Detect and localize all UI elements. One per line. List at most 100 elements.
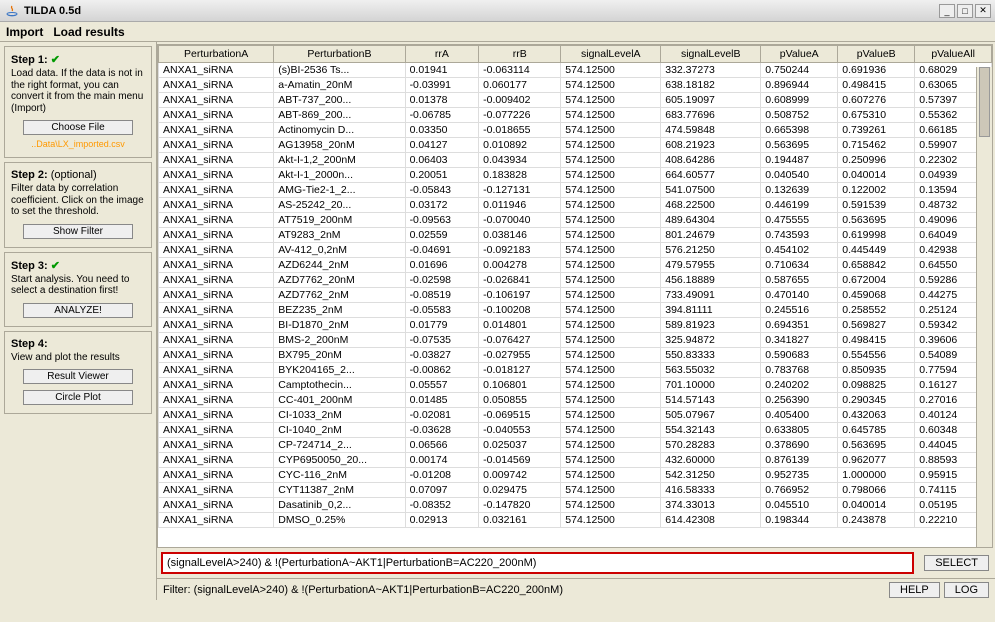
analyze-button[interactable]: ANALYZE! (23, 303, 133, 318)
table-row[interactable]: ANXA1_siRNACYC-116_2nM-0.012080.00974257… (159, 468, 992, 483)
table-cell: 574.12500 (561, 393, 661, 408)
table-cell: 0.20051 (405, 168, 479, 183)
table-cell: CYC-116_2nM (274, 468, 405, 483)
table-cell: 574.12500 (561, 198, 661, 213)
table-row[interactable]: ANXA1_siRNAABT-869_200...-0.06785-0.0772… (159, 108, 992, 123)
table-row[interactable]: ANXA1_siRNAa-Amatin_20nM-0.039910.060177… (159, 78, 992, 93)
table-row[interactable]: ANXA1_siRNADMSO_0.25%0.029130.032161574.… (159, 513, 992, 528)
choose-file-button[interactable]: Choose File (23, 120, 133, 135)
step1-box: Step 1: ✔ Load data. If the data is not … (4, 46, 152, 158)
table-cell: 0.508752 (761, 108, 838, 123)
show-filter-button[interactable]: Show Filter (23, 224, 133, 239)
column-header[interactable]: signalLevelB (661, 46, 761, 63)
scrollbar-vertical[interactable] (976, 67, 992, 547)
table-cell: 733.49091 (661, 288, 761, 303)
filter-row: SELECT (157, 548, 995, 578)
table-cell: 0.607276 (838, 93, 915, 108)
table-row[interactable]: ANXA1_siRNABX795_20nM-0.03827-0.02795557… (159, 348, 992, 363)
table-row[interactable]: ANXA1_siRNAActinomycin D...0.03350-0.018… (159, 123, 992, 138)
table-cell: ANXA1_siRNA (159, 483, 274, 498)
table-row[interactable]: ANXA1_siRNACI-1033_2nM-0.02081-0.0695155… (159, 408, 992, 423)
table-row[interactable]: ANXA1_siRNAAMG-Tie2-1_2...-0.05843-0.127… (159, 183, 992, 198)
table-row[interactable]: ANXA1_siRNAAG13958_20nM0.041270.01089257… (159, 138, 992, 153)
table-cell: -0.02598 (405, 273, 479, 288)
table-cell: 0.590683 (761, 348, 838, 363)
maximize-button[interactable]: □ (957, 4, 973, 18)
table-cell: ANXA1_siRNA (159, 303, 274, 318)
table-row[interactable]: ANXA1_siRNADasatinib_0,2...-0.08352-0.14… (159, 498, 992, 513)
table-cell: 0.06566 (405, 438, 479, 453)
table-row[interactable]: ANXA1_siRNAABT-737_200...0.01378-0.00940… (159, 93, 992, 108)
window-controls: _ □ ✕ (939, 4, 991, 18)
table-row[interactable]: ANXA1_siRNAAZD6244_2nM0.016960.004278574… (159, 258, 992, 273)
table-cell: 574.12500 (561, 228, 661, 243)
select-button[interactable]: SELECT (924, 555, 989, 571)
column-header[interactable]: pValueAll (915, 46, 992, 63)
table-row[interactable]: ANXA1_siRNACP-724714_2...0.065660.025037… (159, 438, 992, 453)
table-cell: 0.01378 (405, 93, 479, 108)
table-cell: 0.876139 (761, 453, 838, 468)
table-row[interactable]: ANXA1_siRNAAZD7762_20nM-0.02598-0.026841… (159, 273, 992, 288)
table-row[interactable]: ANXA1_siRNAAkt-I-1,2_200nM0.064030.04393… (159, 153, 992, 168)
table-row[interactable]: ANXA1_siRNACYP6950050_20...0.00174-0.014… (159, 453, 992, 468)
table-cell: 574.12500 (561, 333, 661, 348)
table-row[interactable]: ANXA1_siRNACC-401_200nM0.014850.05085557… (159, 393, 992, 408)
table-row[interactable]: ANXA1_siRNACamptothecin...0.055570.10680… (159, 378, 992, 393)
column-header[interactable]: rrB (479, 46, 561, 63)
table-cell: 0.00174 (405, 453, 479, 468)
column-header[interactable]: PerturbationB (274, 46, 405, 63)
help-button[interactable]: HELP (889, 582, 940, 598)
table-row[interactable]: ANXA1_siRNA(s)BI-2536 Ts...0.01941-0.063… (159, 63, 992, 78)
table-row[interactable]: ANXA1_siRNABEZ235_2nM-0.05583-0.10020857… (159, 303, 992, 318)
table-row[interactable]: ANXA1_siRNAAT9283_2nM0.025590.038146574.… (159, 228, 992, 243)
table-row[interactable]: ANXA1_siRNAAkt-I-1_2000n...0.200510.1838… (159, 168, 992, 183)
step4-box: Step 4: View and plot the results Result… (4, 331, 152, 415)
result-viewer-button[interactable]: Result Viewer (23, 369, 133, 384)
column-header[interactable]: rrA (405, 46, 479, 63)
column-header[interactable]: signalLevelA (561, 46, 661, 63)
close-button[interactable]: ✕ (975, 4, 991, 18)
table-cell: ANXA1_siRNA (159, 348, 274, 363)
table-cell: 0.038146 (479, 228, 561, 243)
table-cell: 0.715462 (838, 138, 915, 153)
table-cell: 0.675310 (838, 108, 915, 123)
table-cell: ANXA1_siRNA (159, 333, 274, 348)
table-cell: BMS-2_200nM (274, 333, 405, 348)
step4-desc: View and plot the results (11, 352, 145, 364)
table-cell: 0.710634 (761, 258, 838, 273)
table-cell: 563.55032 (661, 363, 761, 378)
circle-plot-button[interactable]: Circle Plot (23, 390, 133, 405)
table-row[interactable]: ANXA1_siRNABMS-2_200nM-0.07535-0.0764275… (159, 333, 992, 348)
table-cell: 489.64304 (661, 213, 761, 228)
table-cell: 505.07967 (661, 408, 761, 423)
column-header[interactable]: PerturbationA (159, 46, 274, 63)
table-cell: 0.03350 (405, 123, 479, 138)
table-cell: -0.147820 (479, 498, 561, 513)
menu-import[interactable]: Import (6, 25, 43, 39)
table-row[interactable]: ANXA1_siRNAAV-412_0,2nM-0.04691-0.092183… (159, 243, 992, 258)
table-row[interactable]: ANXA1_siRNACI-1040_2nM-0.03628-0.0405535… (159, 423, 992, 438)
table-cell: 0.011946 (479, 198, 561, 213)
table-row[interactable]: ANXA1_siRNACYT11387_2nM0.070970.02947557… (159, 483, 992, 498)
log-button[interactable]: LOG (944, 582, 989, 598)
filter-input[interactable] (161, 552, 914, 574)
minimize-button[interactable]: _ (939, 4, 955, 18)
table-cell: ANXA1_siRNA (159, 318, 274, 333)
scrollbar-thumb[interactable] (979, 67, 990, 137)
column-header[interactable]: pValueA (761, 46, 838, 63)
table-cell: 574.12500 (561, 498, 661, 513)
table-cell: ABT-869_200... (274, 108, 405, 123)
table-row[interactable]: ANXA1_siRNABI-D1870_2nM0.017790.01480157… (159, 318, 992, 333)
table-cell: 0.106801 (479, 378, 561, 393)
table-cell: 0.645785 (838, 423, 915, 438)
table-cell: 0.04127 (405, 138, 479, 153)
column-header[interactable]: pValueB (838, 46, 915, 63)
table-row[interactable]: ANXA1_siRNABYK204165_2...-0.00862-0.0181… (159, 363, 992, 378)
table-row[interactable]: ANXA1_siRNAAT7519_200nM-0.09563-0.070040… (159, 213, 992, 228)
menu-load-results[interactable]: Load results (53, 25, 124, 39)
table-cell: 0.691936 (838, 63, 915, 78)
table-row[interactable]: ANXA1_siRNAAS-25242_20...0.031720.011946… (159, 198, 992, 213)
data-table[interactable]: PerturbationAPerturbationBrrArrBsignalLe… (158, 45, 992, 528)
table-row[interactable]: ANXA1_siRNAAZD7762_2nM-0.08519-0.1061975… (159, 288, 992, 303)
table-cell: 0.766952 (761, 483, 838, 498)
